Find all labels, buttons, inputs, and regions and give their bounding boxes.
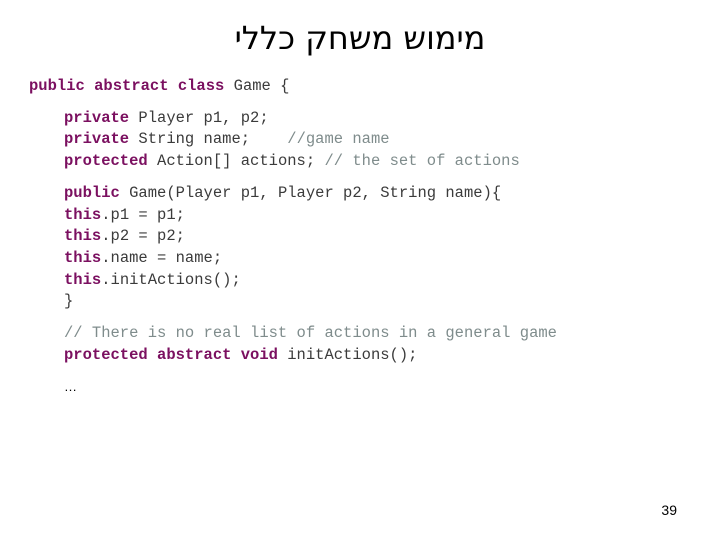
slide-title: מימוש משחק כללי: [234, 19, 486, 57]
code-token-plain: Player p1, p2;: [129, 108, 269, 127]
code-token-keyword: this: [64, 205, 102, 224]
code-token-comment: // There is no real list of actions in a…: [64, 324, 557, 343]
code-line: }: [29, 291, 699, 313]
code-token-plain: Action[] actions;: [147, 152, 325, 171]
code-token-plain: }: [64, 292, 74, 311]
code-block: public abstract class Game { private Play…: [29, 76, 699, 399]
code-token-plain: .p2 = p2;: [101, 227, 185, 246]
code-line: this.initActions();: [29, 270, 699, 292]
code-token-plain: Game(Player p1, Player p2, String name){: [119, 183, 502, 202]
code-token-plain: initActions();: [277, 345, 418, 364]
code-line: this.p1 = p1;: [29, 205, 699, 227]
page-number: 39: [661, 502, 677, 518]
code-token-keyword: public abstract class: [29, 77, 225, 95]
code-line: public abstract class Game {: [29, 76, 699, 98]
code-token-plain: .p1 = p1;: [101, 205, 185, 224]
code-token-keyword: public: [64, 183, 120, 202]
code-token-keyword: this: [64, 270, 102, 289]
code-line: // There is no real list of actions in a…: [29, 323, 699, 345]
code-line: private Player p1, p2;: [29, 108, 699, 130]
code-line: public Game(Player p1, Player p2, String…: [29, 183, 699, 205]
code-token-keyword: protected abstract void: [64, 345, 278, 364]
code-line: protected Action[] actions; // the set o…: [29, 151, 699, 173]
code-token-plain: .name = name;: [101, 248, 223, 267]
code-line: this.p2 = p2;: [29, 226, 699, 248]
code-line: protected abstract void initActions();: [29, 345, 699, 367]
code-token-plain: String name;: [129, 130, 288, 149]
code-line: …: [29, 376, 699, 399]
code-token-keyword: private: [64, 130, 130, 149]
code-token-keyword: this: [64, 227, 102, 246]
code-token-keyword: private: [64, 108, 130, 127]
code-token-keyword: this: [64, 248, 102, 267]
code-token-comment: // the set of actions: [324, 152, 520, 171]
code-token-comment: //game name: [287, 130, 390, 149]
code-token-plain: Game {: [224, 77, 290, 95]
code-token-plain: .initActions();: [101, 270, 241, 289]
code-line: private String name; //game name: [29, 129, 699, 151]
code-token-ellipsis: …: [64, 379, 78, 395]
code-token-keyword: protected: [64, 152, 148, 171]
code-line: this.name = name;: [29, 248, 699, 270]
